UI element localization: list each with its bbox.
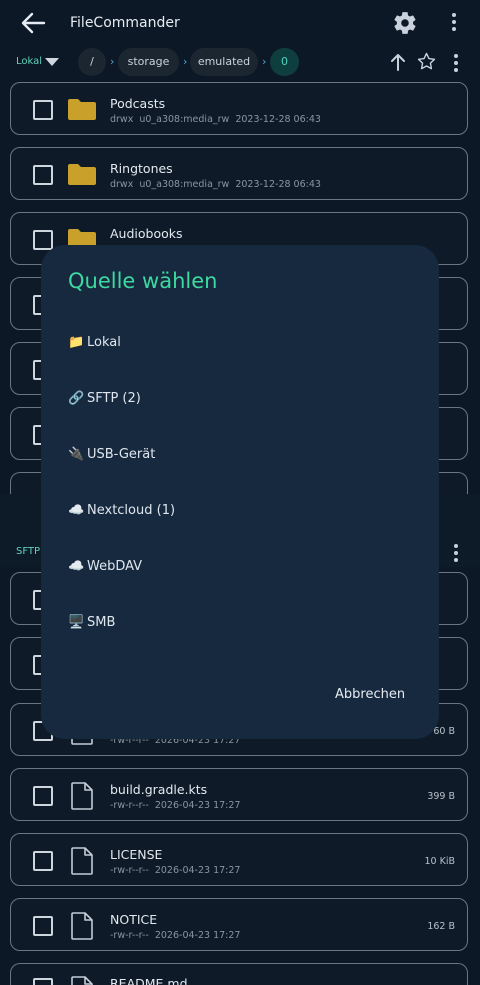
checkbox[interactable] <box>33 851 53 871</box>
breadcrumb-current[interactable]: 0 <box>270 48 299 76</box>
dropdown-arrow-icon[interactable] <box>45 58 59 66</box>
folder-icon <box>68 99 96 120</box>
breadcrumb-emulated[interactable]: emulated <box>190 48 258 76</box>
star-icon[interactable] <box>416 51 437 72</box>
item-meta: drwx u0_a308:media_rw 2023-12-28 06:43 <box>110 179 321 190</box>
option-smb[interactable]: 🖥️ SMB <box>68 615 115 630</box>
source-dialog: Quelle wählen 📁 Lokal 🔗 SFTP (2) 🔌 USB-Gerä… <box>41 245 439 739</box>
breadcrumb-storage[interactable]: storage <box>118 48 179 76</box>
top-app-bar: FileCommander <box>0 0 480 46</box>
item-name: Podcasts <box>110 96 166 111</box>
checkbox[interactable] <box>33 165 53 185</box>
file-icon <box>71 847 93 875</box>
checkbox[interactable] <box>33 978 53 985</box>
file-icon <box>71 912 93 940</box>
path-bar: Lokal / › storage › emulated › 0 <box>0 46 480 78</box>
item-name: NOTICE <box>110 912 158 927</box>
list-item[interactable]: NOTICE -rw-r--r-- 2026-04-23 17:27 162 B <box>10 898 468 951</box>
arrow-up-icon[interactable] <box>389 52 407 72</box>
file-icon <box>71 782 93 810</box>
list-item[interactable]: Podcasts drwx u0_a308:media_rw 2023-12-28 … <box>10 82 468 135</box>
remote-source-label[interactable]: SFTP <box>16 546 40 557</box>
item-meta: -rw-r--r-- 2026-04-23 17:27 <box>110 930 241 941</box>
app-title: FileCommander <box>70 15 180 31</box>
item-name: Audiobooks <box>110 226 183 241</box>
source-selector-label[interactable]: Lokal <box>16 56 42 67</box>
option-webdav[interactable]: ☁️ WebDAV <box>68 559 142 574</box>
list-item[interactable]: Ringtones drwx u0_a308:media_rw 2023-12-28… <box>10 147 468 200</box>
item-size: 60 B <box>433 726 455 737</box>
option-sftp[interactable]: 🔗 SFTP (2) <box>68 391 141 406</box>
path-more-vert-icon[interactable] <box>453 54 459 76</box>
item-name: Ringtones <box>110 161 173 176</box>
checkbox[interactable] <box>33 916 53 936</box>
checkbox[interactable] <box>33 100 53 120</box>
file-icon <box>71 976 93 985</box>
item-size: 10 KiB <box>424 856 456 867</box>
item-name: README.md <box>110 976 188 985</box>
item-meta: -rw-r--r-- 2026-04-23 17:27 <box>110 800 241 811</box>
option-usb[interactable]: 🔌 USB-Gerät <box>68 447 155 462</box>
list-item[interactable]: build.gradle.kts -rw-r--r-- 2026-04-23 17… <box>10 768 468 821</box>
breadcrumb-root[interactable]: / <box>78 48 106 76</box>
option-nextcloud[interactable]: ☁️ Nextcloud (1) <box>68 503 175 518</box>
breadcrumb-separator: › <box>262 55 267 68</box>
list-item[interactable]: LICENSE -rw-r--r-- 2026-04-23 17:27 10 Ki… <box>10 833 468 886</box>
item-size: 399 B <box>427 791 455 802</box>
cloud-icon: ☁️ <box>68 559 85 574</box>
back-arrow-icon[interactable] <box>20 11 46 35</box>
cloud-icon: ☁️ <box>68 503 85 518</box>
item-meta: -rw-r--r-- 2026-04-23 17:27 <box>110 865 241 876</box>
breadcrumb-separator: › <box>183 55 188 68</box>
link-icon: 🔗 <box>68 391 85 406</box>
checkbox[interactable] <box>33 230 53 250</box>
more-vert-icon[interactable] <box>451 13 457 35</box>
item-size: 162 B <box>427 921 455 932</box>
breadcrumb-separator: › <box>110 55 115 68</box>
monitor-icon: 🖥️ <box>68 615 85 630</box>
remote-more-vert-icon[interactable] <box>453 544 459 566</box>
folder-emoji-icon: 📁 <box>68 335 85 350</box>
item-name: LICENSE <box>110 847 163 862</box>
plug-icon: 🔌 <box>68 447 85 462</box>
cancel-button[interactable]: Abbrechen <box>335 687 405 702</box>
folder-icon <box>68 164 96 185</box>
dialog-title: Quelle wählen <box>68 269 218 293</box>
gear-icon[interactable] <box>392 10 418 36</box>
option-local[interactable]: 📁 Lokal <box>68 335 121 350</box>
checkbox[interactable] <box>33 786 53 806</box>
item-name: build.gradle.kts <box>110 782 208 797</box>
list-item[interactable]: README.md <box>10 963 468 985</box>
item-meta: drwx u0_a308:media_rw 2023-12-28 06:43 <box>110 114 321 125</box>
